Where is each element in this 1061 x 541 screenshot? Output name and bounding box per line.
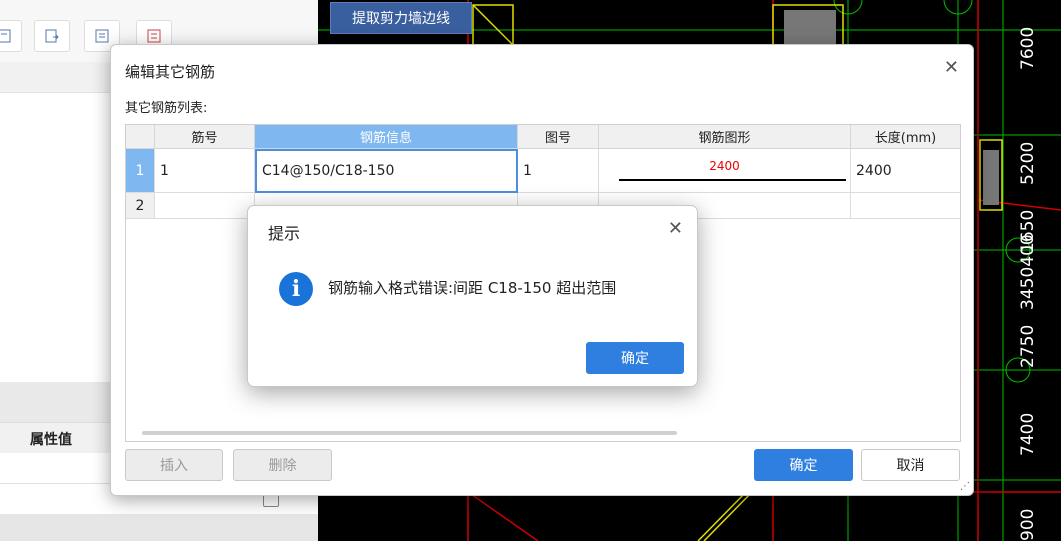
property-footer (0, 514, 318, 541)
rebar-info-cell[interactable]: C14@150/C18-150 (255, 149, 518, 193)
close-icon[interactable]: ✕ (944, 57, 959, 78)
figure-no-cell[interactable]: 1 (518, 149, 599, 193)
column-header-rebar-info[interactable]: 钢筋信息 (255, 125, 518, 149)
bar-no-cell[interactable]: 1 (155, 149, 255, 193)
alert-dialog: 提示 ✕ i 钢筋输入格式错误:间距 C18-150 超出范围 确定 (247, 205, 698, 387)
shape-dimension-label: 2400 (709, 159, 740, 173)
dialog-title: 编辑其它钢筋 (125, 63, 216, 81)
close-icon[interactable]: ✕ (668, 218, 683, 239)
dimension-label: 5200 (1018, 141, 1038, 185)
alert-ok-button[interactable]: 确定 (586, 342, 684, 374)
dimension-label: 7600 (1018, 26, 1038, 70)
alert-title: 提示 (268, 224, 301, 243)
insert-button[interactable]: 插入 (125, 449, 223, 481)
rebar-shape-cell[interactable]: 2400 (599, 149, 851, 193)
row-number[interactable]: 1 (126, 149, 155, 193)
dimension-label: 3450400 (1018, 234, 1038, 310)
cancel-button[interactable]: 取消 (861, 449, 960, 481)
column-header-length[interactable]: 长度(mm) (851, 125, 960, 149)
property-value-header: 属性值 (30, 432, 72, 448)
length-cell[interactable] (851, 193, 960, 219)
rebar-shape-line (619, 179, 846, 181)
resize-grip-icon[interactable]: ⋰ (960, 481, 970, 492)
alert-message: 钢筋输入格式错误:间距 C18-150 超出范围 (328, 279, 617, 297)
delete-button[interactable]: 删除 (233, 449, 332, 481)
extract-shear-wall-edge-button[interactable]: 提取剪力墙边线 (330, 2, 472, 34)
dimension-label: 900 (1018, 508, 1038, 541)
ok-button[interactable]: 确定 (754, 449, 853, 481)
bar-no-cell[interactable] (155, 193, 255, 219)
rebar-list-label: 其它钢筋列表: (125, 101, 208, 116)
row-number-header (126, 125, 155, 149)
dimension-label: 7400 (1018, 412, 1038, 456)
horizontal-scrollbar[interactable] (142, 431, 677, 435)
column-header-rebar-shape[interactable]: 钢筋图形 (599, 125, 851, 149)
export-icon[interactable] (34, 20, 70, 52)
column-header-bar-no[interactable]: 筋号 (155, 125, 255, 149)
row-number[interactable]: 2 (126, 193, 155, 219)
layout-icon[interactable] (0, 20, 22, 52)
column-header-figure-no[interactable]: 图号 (518, 125, 599, 149)
info-icon: i (279, 272, 313, 306)
dimension-label: 2750 (1018, 324, 1038, 368)
length-cell[interactable]: 2400 (851, 149, 960, 193)
